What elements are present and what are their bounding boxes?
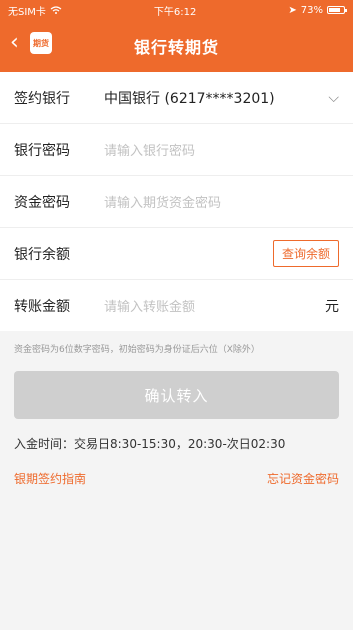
fund-password-label: 资金密码 <box>14 194 70 211</box>
status-left: 无SIM卡 <box>8 3 62 18</box>
deposit-hours: 入金时间：交易日8:30-15:30，20:30-次日02:30 <box>14 437 286 451</box>
page-title: 银行转期货 <box>133 38 219 57</box>
app-logo: 期货 <box>30 32 52 54</box>
signing-guide-link[interactable]: 银期签约指南 <box>14 470 86 487</box>
fund-password-input[interactable]: 请输入期货资金密码 <box>104 192 339 211</box>
footer-links: 银期签约指南 忘记资金密码 <box>14 470 339 487</box>
bank-balance-label: 银行余额 <box>14 246 70 263</box>
status-bar: 无SIM卡 下午6:12 ➤ 73% <box>0 0 353 20</box>
transfer-form: 签约银行 中国银行 (6217****3201) ⌵ 银行密码 请输入银行密码 … <box>0 72 353 331</box>
battery-icon <box>327 6 347 14</box>
password-hint: 资金密码为6位数字密码，初始密码为身份证后六位（X除外） <box>14 345 260 355</box>
battery-percent: 73% <box>300 4 323 16</box>
location-icon: ➤ <box>288 4 297 16</box>
forgot-password-link[interactable]: 忘记资金密码 <box>267 470 339 487</box>
chevron-left-icon[interactable]: ‹ <box>10 32 19 54</box>
nav-bar: ‹ 期货 银行转期货 <box>0 20 353 72</box>
row-bank[interactable]: 签约银行 中国银行 (6217****3201) ⌵ <box>0 72 353 124</box>
row-bank-password: 银行密码 请输入银行密码 <box>0 124 353 176</box>
chevron-down-icon[interactable]: ⌵ <box>328 90 339 106</box>
wifi-icon <box>50 6 62 14</box>
transfer-amount-input[interactable]: 请输入转账金额 <box>104 296 317 315</box>
status-time: 下午6:12 <box>153 6 197 18</box>
bank-password-input[interactable]: 请输入银行密码 <box>104 140 339 159</box>
row-transfer-amount: 转账金额 请输入转账金额 元 <box>0 280 353 331</box>
carrier-text: 无SIM卡 <box>8 6 46 18</box>
row-fund-password: 资金密码 请输入期货资金密码 <box>0 176 353 228</box>
currency-unit: 元 <box>325 298 339 315</box>
bank-label: 签约银行 <box>14 90 70 107</box>
row-bank-balance: 银行余额 查询余额 <box>0 228 353 280</box>
bank-password-label: 银行密码 <box>14 142 70 159</box>
transfer-amount-label: 转账金额 <box>14 298 70 315</box>
bank-value: 中国银行 (6217****3201) <box>104 90 275 107</box>
query-balance-button[interactable]: 查询余额 <box>272 240 339 267</box>
app-header: 无SIM卡 下午6:12 ➤ 73% ‹ 期货 银行转期货 <box>0 0 353 72</box>
confirm-transfer-button[interactable]: 确认转入 <box>14 371 339 419</box>
status-right: ➤ 73% <box>288 4 347 16</box>
